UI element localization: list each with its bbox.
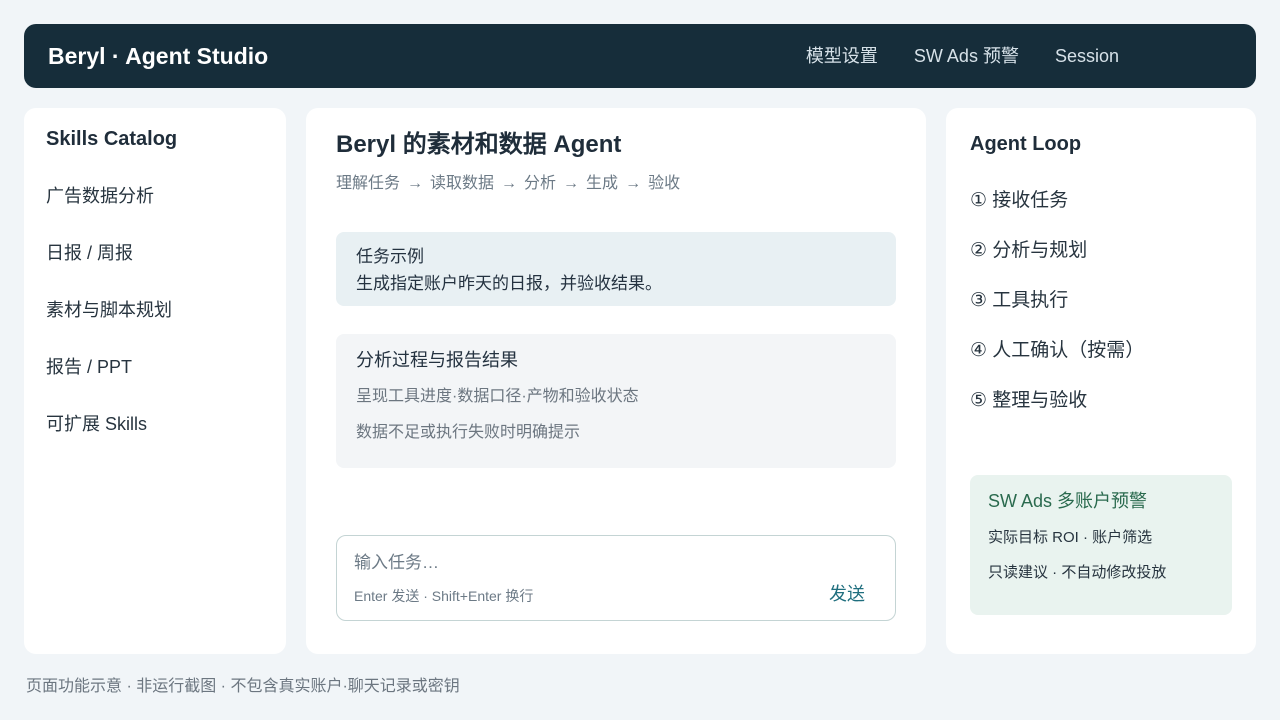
sw-ads-alert-card: SW Ads 多账户预警 实际目标 ROI · 账户筛选 只读建议 · 不自动修… [970, 475, 1232, 615]
task-example-label: 任务示例 [356, 247, 424, 266]
send-button[interactable]: 发送 [829, 583, 865, 605]
agent-loop-step: ① 接收任务 [970, 190, 1069, 211]
arrow-right-icon: → [625, 175, 642, 192]
arrow-right-icon: → [501, 175, 518, 192]
flow-step: 读取数据 [430, 175, 495, 192]
app-brand: Beryl · Agent Studio [48, 43, 269, 69]
flow-step: 理解任务 [336, 175, 401, 192]
alert-card-line: 实际目标 ROI · 账户筛选 [988, 529, 1153, 546]
top-bar: Beryl · Agent Studio 模型设置 SW Ads 预警 Sess… [24, 24, 1256, 88]
analysis-result-card: 分析过程与报告结果 呈现工具进度·数据口径·产物和验收状态 数据不足或执行失败时… [336, 334, 896, 468]
agent-loop-step: ② 分析与规划 [970, 240, 1088, 261]
arrow-right-icon: → [407, 175, 424, 192]
agent-loop-step: ④ 人工确认（按需） [970, 340, 1145, 361]
alert-card-line: 只读建议 · 不自动修改投放 [988, 564, 1167, 581]
task-example-card: 任务示例 生成指定账户昨天的日报，并验收结果。 [336, 232, 896, 306]
agent-loop-step: ⑤ 整理与验收 [970, 390, 1088, 411]
analysis-result-line: 呈现工具进度·数据口径·产物和验收状态 [356, 388, 639, 405]
skill-item-report-ppt[interactable]: 报告 / PPT [46, 355, 132, 379]
skill-item-daily-weekly-report[interactable]: 日报 / 周报 [46, 241, 133, 265]
nav-model-settings[interactable]: 模型设置 [806, 44, 878, 68]
nav-session[interactable]: Session [1055, 44, 1119, 68]
task-example-text: 生成指定账户昨天的日报，并验收结果。 [356, 274, 662, 293]
alert-card-title: SW Ads 多账户预警 [988, 491, 1148, 511]
skill-item-ad-data-analysis[interactable]: 广告数据分析 [46, 184, 154, 208]
skills-catalog-panel: Skills Catalog 广告数据分析 日报 / 周报 素材与脚本规划 报告… [24, 108, 286, 654]
task-input-placeholder: 输入任务… [354, 553, 439, 572]
skill-item-extensible-skills[interactable]: 可扩展 Skills [46, 412, 147, 436]
flow-step: 验收 [648, 175, 681, 192]
flow-step: 分析 [524, 175, 557, 192]
skill-item-material-script-planning[interactable]: 素材与脚本规划 [46, 298, 172, 322]
footer-disclaimer: 页面功能示意 · 非运行截图 · 不包含真实账户·聊天记录或密钥 [26, 678, 460, 695]
task-input-hint: Enter 发送 · Shift+Enter 换行 [354, 588, 534, 604]
main-panel: Beryl 的素材和数据 Agent 理解任务 → 读取数据 → 分析 → 生成… [306, 108, 926, 654]
agent-loop-title: Agent Loop [970, 133, 1082, 155]
agent-loop-step: ③ 工具执行 [970, 290, 1069, 311]
skills-catalog-title: Skills Catalog [46, 128, 178, 150]
analysis-result-line: 数据不足或执行失败时明确提示 [356, 424, 581, 441]
page-title: Beryl 的素材和数据 Agent [336, 131, 622, 158]
flow-step: 生成 [586, 175, 619, 192]
nav-sw-ads-alert[interactable]: SW Ads 预警 [914, 44, 1019, 68]
agent-loop-panel: Agent Loop ① 接收任务 ② 分析与规划 ③ 工具执行 ④ 人工确认（… [946, 108, 1256, 654]
analysis-result-title: 分析过程与报告结果 [356, 350, 518, 370]
task-input[interactable]: 输入任务… Enter 发送 · Shift+Enter 换行 发送 [336, 535, 896, 621]
top-nav: 模型设置 SW Ads 预警 Session [806, 44, 1119, 68]
workflow-steps: 理解任务 → 读取数据 → 分析 → 生成 → 验收 [336, 174, 680, 194]
arrow-right-icon: → [563, 175, 580, 192]
